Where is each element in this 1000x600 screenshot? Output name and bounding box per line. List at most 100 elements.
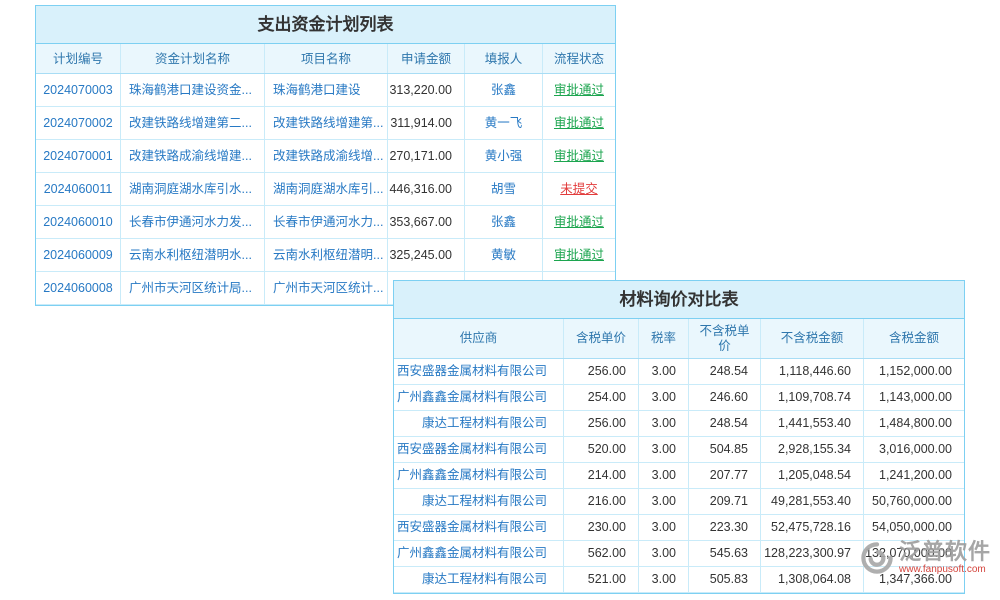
price-notax-cell: 545.63 [689, 541, 761, 566]
plan-name-cell[interactable]: 长春市伊通河水力发... [121, 206, 265, 238]
col-header-tax-rate: 税率 [639, 319, 689, 358]
amount-notax-cell: 2,928,155.34 [761, 437, 864, 462]
table-row[interactable]: 广州鑫鑫金属材料有限公司 254.00 3.00 246.60 1,109,70… [394, 385, 964, 411]
col-header-price-tax: 含税单价 [564, 319, 639, 358]
amount-cell: 311,914.00 [388, 107, 465, 139]
plan-name-cell[interactable]: 珠海鹤港口建设资金... [121, 74, 265, 106]
supplier-cell[interactable]: 西安盛器金属材料有限公司 [394, 437, 564, 462]
amount-tax-cell: 1,143,000.00 [864, 385, 964, 410]
price-tax-cell: 562.00 [564, 541, 639, 566]
price-tax-cell: 254.00 [564, 385, 639, 410]
table-row[interactable]: 西安盛器金属材料有限公司 520.00 3.00 504.85 2,928,15… [394, 437, 964, 463]
tax-rate-cell: 3.00 [639, 541, 689, 566]
table-row[interactable]: 2024060010 长春市伊通河水力发... 长春市伊通河水力... 353,… [36, 206, 615, 239]
table-row[interactable]: 2024060011 湖南洞庭湖水库引水... 湖南洞庭湖水库引... 446,… [36, 173, 615, 206]
price-tax-cell: 256.00 [564, 359, 639, 384]
amount-cell: 270,171.00 [388, 140, 465, 172]
price-notax-cell: 248.54 [689, 359, 761, 384]
supplier-cell[interactable]: 康达工程材料有限公司 [394, 489, 564, 514]
table-row[interactable]: 2024070002 改建铁路线增建第二... 改建铁路线增建第... 311,… [36, 107, 615, 140]
watermark-brand: 泛普软件 [899, 540, 991, 564]
amount-tax-cell: 1,152,000.00 [864, 359, 964, 384]
price-notax-cell: 207.77 [689, 463, 761, 488]
table-row[interactable]: 西安盛器金属材料有限公司 256.00 3.00 248.54 1,118,44… [394, 359, 964, 385]
table-row[interactable]: 2024070003 珠海鹤港口建设资金... 珠海鹤港口建设 313,220.… [36, 74, 615, 107]
person-cell: 张鑫 [465, 206, 543, 238]
project-name-cell[interactable]: 广州市天河区统计... [265, 272, 388, 304]
status-cell[interactable]: 审批通过 [543, 206, 615, 238]
table-row[interactable]: 2024070001 改建铁路成渝线增建... 改建铁路成渝线增... 270,… [36, 140, 615, 173]
person-cell: 黄小强 [465, 140, 543, 172]
quote-table-title: 材料询价对比表 [394, 281, 964, 319]
price-tax-cell: 216.00 [564, 489, 639, 514]
project-name-cell[interactable]: 湖南洞庭湖水库引... [265, 173, 388, 205]
supplier-cell[interactable]: 康达工程材料有限公司 [394, 411, 564, 436]
plan-table-panel: 支出资金计划列表 计划编号 资金计划名称 项目名称 申请金额 填报人 流程状态 … [35, 5, 616, 306]
supplier-cell[interactable]: 西安盛器金属材料有限公司 [394, 359, 564, 384]
project-name-cell[interactable]: 改建铁路成渝线增... [265, 140, 388, 172]
price-notax-cell: 223.30 [689, 515, 761, 540]
table-row[interactable]: 2024060009 云南水利枢纽潜明水... 云南水利枢纽潜明... 325,… [36, 239, 615, 272]
plan-id-cell[interactable]: 2024060008 [36, 272, 121, 304]
tax-rate-cell: 3.00 [639, 489, 689, 514]
status-cell[interactable]: 审批通过 [543, 107, 615, 139]
plan-id-cell[interactable]: 2024070003 [36, 74, 121, 106]
amount-notax-cell: 1,118,446.60 [761, 359, 864, 384]
col-header-supplier: 供应商 [394, 319, 564, 358]
project-name-cell[interactable]: 改建铁路线增建第... [265, 107, 388, 139]
status-cell[interactable]: 审批通过 [543, 239, 615, 271]
status-cell[interactable]: 审批通过 [543, 140, 615, 172]
amount-notax-cell: 1,441,553.40 [761, 411, 864, 436]
amount-cell: 325,245.00 [388, 239, 465, 271]
plan-id-cell[interactable]: 2024070001 [36, 140, 121, 172]
plan-id-cell[interactable]: 2024060010 [36, 206, 121, 238]
plan-id-cell[interactable]: 2024070002 [36, 107, 121, 139]
tax-rate-cell: 3.00 [639, 515, 689, 540]
plan-name-cell[interactable]: 改建铁路成渝线增建... [121, 140, 265, 172]
plan-table-header: 计划编号 资金计划名称 项目名称 申请金额 填报人 流程状态 [36, 44, 615, 74]
tax-rate-cell: 3.00 [639, 437, 689, 462]
table-row[interactable]: 康达工程材料有限公司 256.00 3.00 248.54 1,441,553.… [394, 411, 964, 437]
supplier-cell[interactable]: 广州鑫鑫金属材料有限公司 [394, 463, 564, 488]
amount-notax-cell: 49,281,553.40 [761, 489, 864, 514]
status-cell[interactable]: 未提交 [543, 173, 615, 205]
amount-notax-cell: 1,205,048.54 [761, 463, 864, 488]
amount-notax-cell: 1,109,708.74 [761, 385, 864, 410]
project-name-cell[interactable]: 云南水利枢纽潜明... [265, 239, 388, 271]
col-header-plan-name: 资金计划名称 [121, 44, 265, 73]
quote-table-header: 供应商 含税单价 税率 不含税单价 不含税金额 含税金额 [394, 319, 964, 359]
plan-table-title: 支出资金计划列表 [36, 6, 615, 44]
table-row[interactable]: 西安盛器金属材料有限公司 230.00 3.00 223.30 52,475,7… [394, 515, 964, 541]
table-row[interactable]: 康达工程材料有限公司 216.00 3.00 209.71 49,281,553… [394, 489, 964, 515]
price-notax-cell: 209.71 [689, 489, 761, 514]
tax-rate-cell: 3.00 [639, 463, 689, 488]
tax-rate-cell: 3.00 [639, 385, 689, 410]
price-notax-cell: 505.83 [689, 567, 761, 592]
plan-id-cell[interactable]: 2024060011 [36, 173, 121, 205]
supplier-cell[interactable]: 西安盛器金属材料有限公司 [394, 515, 564, 540]
status-cell[interactable]: 审批通过 [543, 74, 615, 106]
col-header-plan-id: 计划编号 [36, 44, 121, 73]
plan-name-cell[interactable]: 改建铁路线增建第二... [121, 107, 265, 139]
supplier-cell[interactable]: 广州鑫鑫金属材料有限公司 [394, 385, 564, 410]
plan-name-cell[interactable]: 云南水利枢纽潜明水... [121, 239, 265, 271]
supplier-cell[interactable]: 康达工程材料有限公司 [394, 567, 564, 592]
project-name-cell[interactable]: 长春市伊通河水力... [265, 206, 388, 238]
project-name-cell[interactable]: 珠海鹤港口建设 [265, 74, 388, 106]
col-header-status: 流程状态 [543, 44, 615, 73]
person-cell: 张鑫 [465, 74, 543, 106]
plan-name-cell[interactable]: 广州市天河区统计局... [121, 272, 265, 304]
price-tax-cell: 521.00 [564, 567, 639, 592]
watermark-url: www.fanpusoft.com [899, 564, 991, 576]
price-tax-cell: 230.00 [564, 515, 639, 540]
supplier-cell[interactable]: 广州鑫鑫金属材料有限公司 [394, 541, 564, 566]
plan-name-cell[interactable]: 湖南洞庭湖水库引水... [121, 173, 265, 205]
amount-tax-cell: 54,050,000.00 [864, 515, 964, 540]
amount-notax-cell: 128,223,300.97 [761, 541, 864, 566]
person-cell: 黄一飞 [465, 107, 543, 139]
table-row[interactable]: 广州鑫鑫金属材料有限公司 214.00 3.00 207.77 1,205,04… [394, 463, 964, 489]
plan-id-cell[interactable]: 2024060009 [36, 239, 121, 271]
col-header-amount-notax: 不含税金额 [761, 319, 864, 358]
amount-notax-cell: 1,308,064.08 [761, 567, 864, 592]
amount-tax-cell: 1,241,200.00 [864, 463, 964, 488]
